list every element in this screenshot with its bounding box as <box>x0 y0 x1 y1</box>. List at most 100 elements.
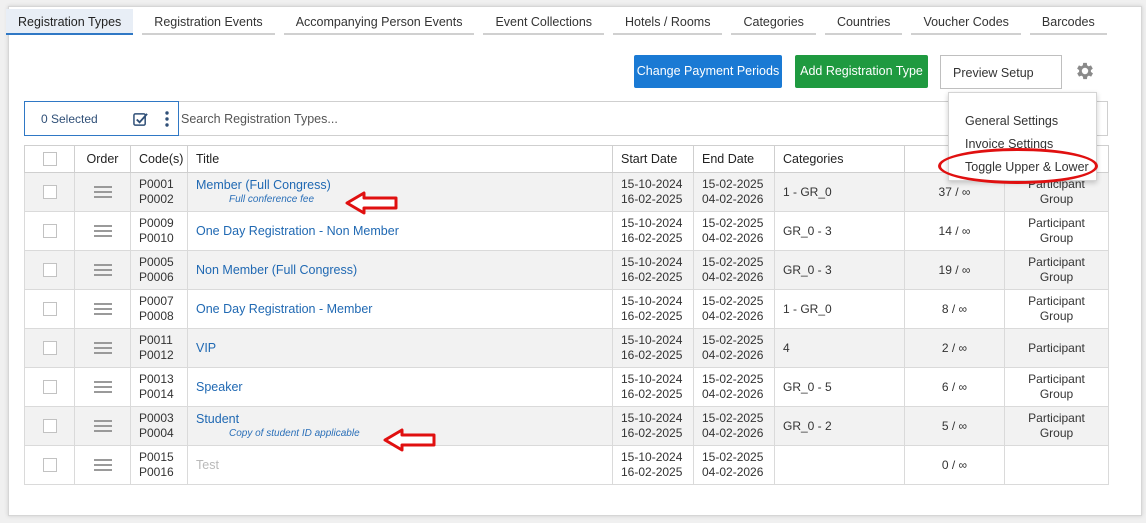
row-availability-cell: 6 / ∞ <box>904 367 1005 407</box>
registration-type-link[interactable]: One Day Registration - Non Member <box>196 224 399 238</box>
row-select-cell[interactable] <box>24 211 75 251</box>
row-start-date-cell: 15-10-2024 16-02-2025 <box>612 289 694 329</box>
check-all-icon[interactable] <box>133 112 148 127</box>
bulk-select-box[interactable]: 0 Selected <box>24 101 179 136</box>
table-row[interactable]: P0003 P0004 Student Copy of student ID appl… <box>24 406 1109 446</box>
registration-type-link[interactable]: Speaker <box>196 380 243 394</box>
tab-voucher-codes[interactable]: Voucher Codes <box>911 9 1021 35</box>
row-title-cell: One Day Registration - Member <box>187 289 613 329</box>
row-select-cell[interactable] <box>24 367 75 407</box>
tab-bar: Registration Types Registration Events A… <box>6 9 1116 37</box>
row-start-date-cell: 15-10-2024 16-02-2025 <box>612 406 694 446</box>
row-order-cell[interactable] <box>74 406 131 446</box>
row-start-date-cell: 15-10-2024 16-02-2025 <box>612 172 694 212</box>
change-payment-periods-button[interactable]: Change Payment Periods <box>634 55 782 88</box>
drag-handle-icon[interactable] <box>93 417 112 435</box>
add-registration-type-button[interactable]: Add Registration Type <box>795 55 928 88</box>
row-title-cell: Speaker <box>187 367 613 407</box>
row-order-cell[interactable] <box>74 250 131 290</box>
row-categories-cell: GR_0 - 5 <box>774 367 905 407</box>
header-title[interactable]: Title <box>187 145 613 173</box>
table-row[interactable]: P0011 P0012 VIP 15-10-2024 16-02-2025 15-02-2… <box>24 328 1109 368</box>
row-categories-cell: 1 - GR_0 <box>774 172 905 212</box>
drag-handle-icon[interactable] <box>93 339 112 357</box>
more-vertical-icon[interactable] <box>165 111 169 127</box>
preview-setup-button[interactable]: Preview Setup <box>940 55 1062 89</box>
row-select-cell[interactable] <box>24 289 75 329</box>
row-title-cell: Member (Full Congress) Full conference fe… <box>187 172 613 212</box>
tab-registration-events[interactable]: Registration Events <box>142 9 275 35</box>
row-checkbox[interactable] <box>42 224 57 239</box>
registration-type-link[interactable]: Student <box>196 412 239 426</box>
gear-icon[interactable] <box>1074 60 1096 82</box>
row-order-cell[interactable] <box>74 172 131 212</box>
row-availability-cell: 5 / ∞ <box>904 406 1005 446</box>
selected-count: 0 Selected <box>41 112 98 126</box>
row-codes-cell: P0011 P0012 <box>130 328 188 368</box>
registration-type-link[interactable]: One Day Registration - Member <box>196 302 372 316</box>
row-checkbox[interactable] <box>42 419 57 434</box>
row-end-date-cell: 15-02-2025 04-02-2026 <box>693 289 775 329</box>
registration-type-link[interactable]: Member (Full Congress) <box>196 178 331 192</box>
row-group-cell: Participant Group <box>1004 406 1109 446</box>
registration-type-link[interactable]: VIP <box>196 341 216 355</box>
tab-categories[interactable]: Categories <box>731 9 816 35</box>
header-categories[interactable]: Categories <box>774 145 905 173</box>
row-categories-cell: 4 <box>774 328 905 368</box>
table-row[interactable]: P0005 P0006 Non Member (Full Congress) 15-1… <box>24 250 1109 290</box>
registration-type-link[interactable]: Test <box>196 458 219 472</box>
row-order-cell[interactable] <box>74 328 131 368</box>
drag-handle-icon[interactable] <box>93 300 112 318</box>
row-end-date-cell: 15-02-2025 04-02-2026 <box>693 367 775 407</box>
row-title-cell: VIP <box>187 328 613 368</box>
drag-handle-icon[interactable] <box>93 378 112 396</box>
tab-countries[interactable]: Countries <box>824 9 903 35</box>
registration-type-link[interactable]: Non Member (Full Congress) <box>196 263 357 277</box>
row-select-cell[interactable] <box>24 172 75 212</box>
drag-handle-icon[interactable] <box>93 456 112 474</box>
row-codes-cell: P0005 P0006 <box>130 250 188 290</box>
drag-handle-icon[interactable] <box>93 183 112 201</box>
header-select[interactable] <box>24 145 75 173</box>
select-all-checkbox[interactable] <box>42 152 57 167</box>
row-select-cell[interactable] <box>24 328 75 368</box>
row-checkbox[interactable] <box>42 263 57 278</box>
row-group-cell: Participant <box>1004 328 1109 368</box>
registration-types-table: Order Code(s) Title Start Date End Date … <box>24 145 1109 485</box>
menu-general-settings[interactable]: General Settings <box>965 114 1058 128</box>
drag-handle-icon[interactable] <box>93 222 112 240</box>
table-row[interactable]: P0007 P0008 One Day Registration - Member 1… <box>24 289 1109 329</box>
row-order-cell[interactable] <box>74 211 131 251</box>
table-row[interactable]: P0009 P0010 One Day Registration - Non Mem… <box>24 211 1109 251</box>
row-select-cell[interactable] <box>24 250 75 290</box>
tab-hotels-rooms[interactable]: Hotels / Rooms <box>613 9 723 35</box>
table-row[interactable]: P0013 P0014 Speaker 15-10-2024 16-02-2025 15-… <box>24 367 1109 407</box>
row-checkbox[interactable] <box>42 380 57 395</box>
header-end-date[interactable]: End Date <box>693 145 775 173</box>
row-order-cell[interactable] <box>74 289 131 329</box>
tab-barcodes[interactable]: Barcodes <box>1029 9 1107 35</box>
header-order[interactable]: Order <box>74 145 131 173</box>
row-checkbox[interactable] <box>42 458 57 473</box>
row-codes-cell: P0001 P0002 <box>130 172 188 212</box>
row-end-date-cell: 15-02-2025 04-02-2026 <box>693 445 775 485</box>
row-checkbox[interactable] <box>42 341 57 356</box>
row-title-cell: Non Member (Full Congress) <box>187 250 613 290</box>
tab-accompanying-person-events[interactable]: Accompanying Person Events <box>283 9 475 35</box>
table-row[interactable]: P0001 P0002 Member (Full Congress) Full con… <box>24 172 1109 212</box>
row-checkbox[interactable] <box>42 302 57 317</box>
row-checkbox[interactable] <box>42 185 57 200</box>
row-order-cell[interactable] <box>74 445 131 485</box>
header-codes[interactable]: Code(s) <box>130 145 188 173</box>
table-row[interactable]: P0015 P0016 Test 15-10-2024 16-02-2025 15-02-… <box>24 445 1109 485</box>
row-codes-cell: P0009 P0010 <box>130 211 188 251</box>
header-start-date[interactable]: Start Date <box>612 145 694 173</box>
row-end-date-cell: 15-02-2025 04-02-2026 <box>693 211 775 251</box>
row-order-cell[interactable] <box>74 367 131 407</box>
tab-registration-types[interactable]: Registration Types <box>6 9 134 35</box>
row-select-cell[interactable] <box>24 406 75 446</box>
tab-event-collections[interactable]: Event Collections <box>483 9 605 35</box>
drag-handle-icon[interactable] <box>93 261 112 279</box>
row-select-cell[interactable] <box>24 445 75 485</box>
annotation-arrow-icon <box>345 191 398 215</box>
